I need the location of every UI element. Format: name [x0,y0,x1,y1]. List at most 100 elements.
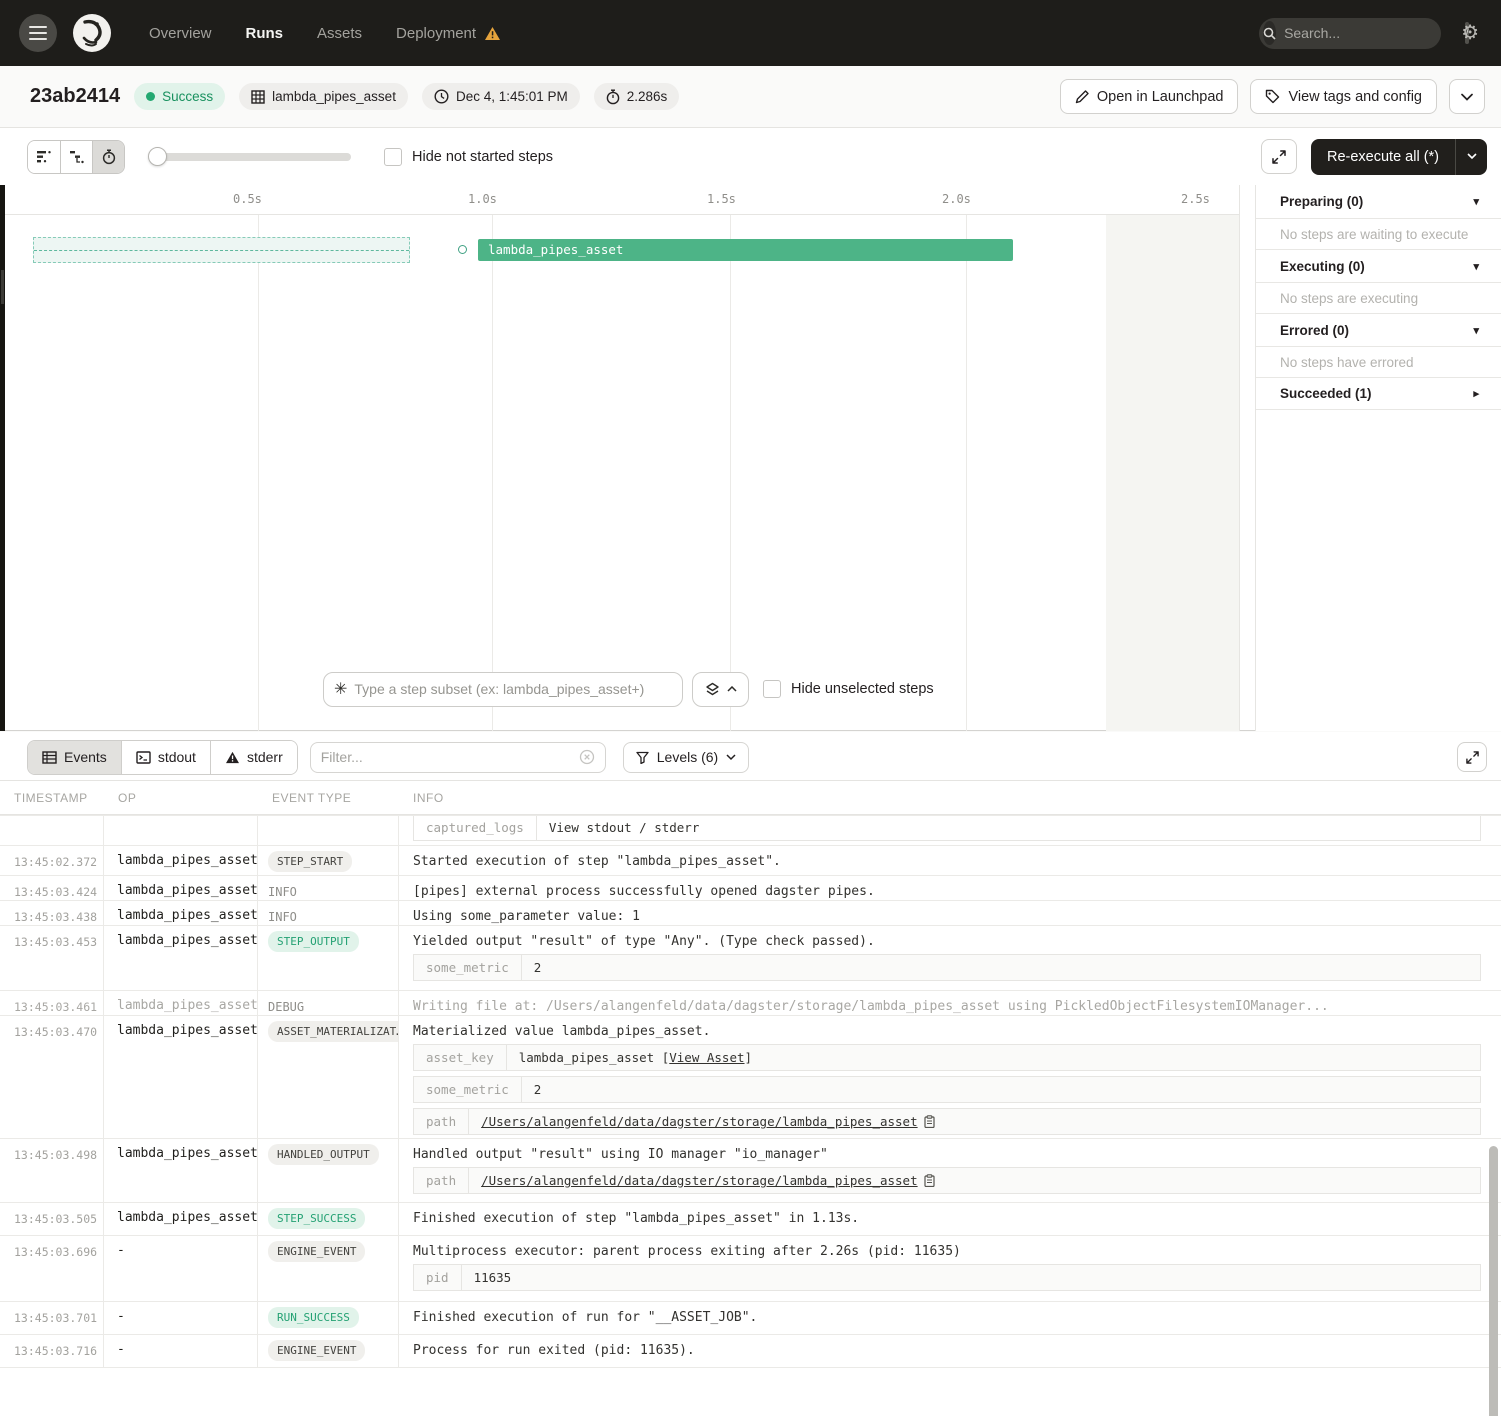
log-message: Finished execution of step "lambda_pipes… [413,1203,1491,1226]
view-asset-link[interactable]: View Asset [669,1050,744,1065]
copy-clipboard-icon[interactable] [924,1115,935,1128]
tab-stderr[interactable]: stderr [210,741,297,774]
run-header-more-button[interactable] [1449,79,1485,114]
collapsed-panel-strip[interactable] [0,185,5,731]
gantt-step-bar[interactable]: lambda_pipes_asset [478,239,1013,261]
tag-icon [1265,89,1280,104]
metadata-path-link[interactable]: /Users/alangenfeld/data/dagster/storage/… [481,1173,918,1188]
hide-unselected-checkbox[interactable] [763,680,781,698]
nav-item-runs[interactable]: Runs [246,25,284,42]
log-message: Writing file at: /Users/alangenfeld/data… [413,991,1491,1014]
gantt-panel: 0.5s1.0s1.5s2.0s2.5s lambda_pipes_asset … [0,185,1501,731]
log-row[interactable]: 13:45:03.424lambda_pipes_assetINFO[pipes… [0,875,1501,900]
metadata-row: some_metric2 [414,955,1480,980]
metadata-table: captured_logsView stdout / stderr [413,816,1481,841]
tab-stdout[interactable]: stdout [121,741,210,774]
log-timestamp: 13:45:03.424 [0,876,104,900]
log-row[interactable]: 13:45:03.716-ENGINE_EVENT Process for run… [0,1334,1501,1367]
hamburger-menu-button[interactable] [19,14,57,52]
metadata-table: path/Users/alangenfeld/data/dagster/stor… [413,1167,1481,1194]
levels-dropdown-button[interactable]: Levels (6) [623,742,749,773]
global-search[interactable]: / [1259,18,1441,49]
nav-item-assets[interactable]: Assets [317,25,362,42]
metadata-row: path/Users/alangenfeld/data/dagster/stor… [414,1168,1480,1193]
log-message: Process for run exited (pid: 11635). [413,1335,1491,1358]
dagster-logo-icon[interactable] [71,12,113,54]
log-event-type: INFO [258,876,399,900]
step-subset-input[interactable] [354,681,672,697]
timeline-tick-label: 2.0s [942,192,971,206]
log-timestamp: 13:45:03.438 [0,901,104,925]
event-type-badge: ENGINE_EVENT [268,1340,365,1361]
hide-unselected-label: Hide unselected steps [791,681,934,697]
log-row[interactable]: 13:45:02.372lambda_pipes_assetSTEP_START… [0,845,1501,875]
sidebar-section-errored[interactable]: Errored (0)▾ [1256,313,1501,346]
sidebar-section-succeeded[interactable]: Succeeded (1)▸ [1256,377,1501,410]
metadata-table: asset_keylambda_pipes_asset [View Asset] [413,1044,1481,1071]
clock-icon [434,89,449,104]
timeline-tick-label: 1.0s [468,192,497,206]
settings-gear-icon[interactable]: ⚙ [1461,23,1479,43]
sidebar-section-executing[interactable]: Executing (0)▾ [1256,249,1501,282]
metadata-key: some_metric [414,955,522,980]
logs-fullscreen-button[interactable] [1457,742,1487,772]
nav-item-overview[interactable]: Overview [149,25,212,42]
event-log-header: TIMESTAMPOPEVENT TYPEINFO [0,780,1501,815]
column-header-op: OP [104,791,258,805]
table-icon [42,751,57,764]
search-input[interactable] [1284,25,1465,41]
metadata-value: /Users/alangenfeld/data/dagster/storage/… [469,1168,1480,1193]
timed-view-button[interactable] [92,141,124,173]
metadata-key: some_metric [414,1077,522,1102]
flat-view-button[interactable] [28,141,60,173]
view-tags-config-button[interactable]: View tags and config [1250,79,1437,114]
log-event-type: DEBUG [258,991,399,1015]
job-name-tag[interactable]: lambda_pipes_asset [239,83,408,110]
clear-filter-icon[interactable] [579,749,595,765]
gantt-fullscreen-button[interactable] [1261,139,1297,174]
gantt-chart: 0.5s1.0s1.5s2.0s2.5s lambda_pipes_asset … [0,185,1240,731]
waterfall-view-button[interactable] [60,141,92,173]
log-event-type: ENGINE_EVENT [258,1236,399,1301]
graph-query-toggle-button[interactable] [692,672,749,707]
sidebar-section-title: Succeeded (1) [1280,386,1372,401]
log-message: Yielded output "result" of type "Any". (… [413,926,1491,949]
metadata-row: captured_logsView stdout / stderr [414,816,1480,840]
run-start-time: Dec 4, 1:45:01 PM [422,83,580,110]
log-row[interactable]: captured_logsView stdout / stderr [0,815,1501,845]
log-op: - [104,1335,258,1367]
event-type-badge: STEP_OUTPUT [268,931,359,952]
log-row[interactable]: 13:45:03.438lambda_pipes_assetINFOUsing … [0,900,1501,925]
logs-filter-input[interactable] [321,749,579,765]
log-row[interactable]: 13:45:03.453lambda_pipes_assetSTEP_OUTPU… [0,925,1501,990]
open-in-launchpad-button[interactable]: Open in Launchpad [1060,79,1239,114]
slider-knob[interactable] [148,147,167,166]
reexecute-options-button[interactable] [1455,139,1487,175]
reexecute-all-button[interactable]: Re-execute all (*) [1311,139,1487,175]
stopwatch-icon [606,89,620,105]
log-row[interactable]: 13:45:03.505lambda_pipes_assetSTEP_SUCCE… [0,1202,1501,1235]
nav-item-deployment[interactable]: Deployment [396,25,501,42]
timeline-gridline [492,215,493,731]
log-event-type: STEP_START [258,846,399,875]
log-timestamp: 13:45:03.505 [0,1203,104,1235]
gantt-zoom-slider[interactable] [149,153,351,161]
log-message: [pipes] external process successfully op… [413,876,1491,899]
log-row[interactable]: 13:45:03.470lambda_pipes_assetASSET_MATE… [0,1015,1501,1138]
sidebar-section-preparing[interactable]: Preparing (0)▾ [1256,185,1501,218]
log-timestamp: 13:45:03.716 [0,1335,104,1367]
logs-scrollbar[interactable] [1489,1146,1498,1416]
log-row[interactable]: 13:45:03.498lambda_pipes_assetHANDLED_OU… [0,1138,1501,1202]
op-selector-icon: ✳ [334,679,347,699]
copy-clipboard-icon[interactable] [924,1174,935,1187]
log-row[interactable]: 13:45:03.461lambda_pipes_assetDEBUGWriti… [0,990,1501,1015]
metadata-path-link[interactable]: /Users/alangenfeld/data/dagster/storage/… [481,1114,918,1129]
log-op [104,816,258,845]
log-row[interactable]: 13:45:03.696-ENGINE_EVENTMultiprocess ex… [0,1235,1501,1301]
metadata-row: pid11635 [414,1265,1480,1290]
log-row[interactable]: 13:45:03.701-RUN_SUCCESSFinished executi… [0,1301,1501,1334]
hide-not-started-checkbox[interactable] [384,148,402,166]
tab-events[interactable]: Events [28,741,121,774]
timeline-gridline [966,215,967,731]
metadata-table: path/Users/alangenfeld/data/dagster/stor… [413,1108,1481,1135]
